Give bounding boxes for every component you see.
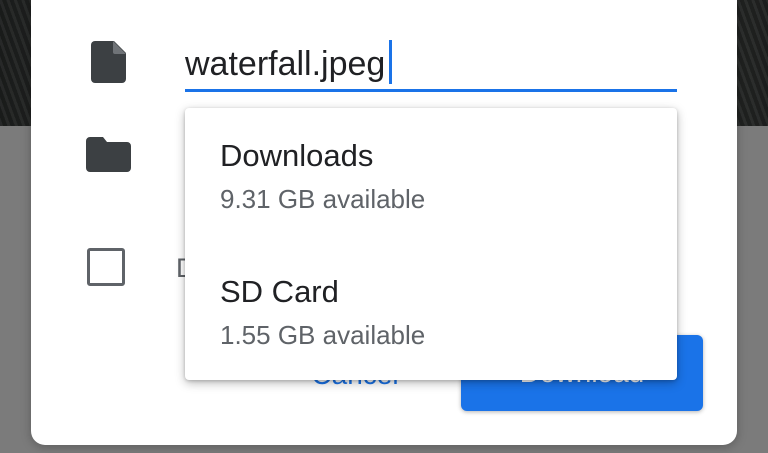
filename-input[interactable] [185, 42, 665, 86]
location-option-label: Downloads [220, 138, 374, 173]
location-option-available: 1.55 GB available [220, 320, 426, 350]
location-option-sd-card[interactable]: SD Card 1.55 GB available [185, 244, 677, 380]
location-option-downloads[interactable]: Downloads 9.31 GB available [185, 108, 677, 244]
location-option-available: 9.31 GB available [220, 184, 426, 214]
dont-show-again-checkbox[interactable] [87, 248, 125, 286]
location-option-label: SD Card [220, 274, 339, 309]
filename-field[interactable] [185, 36, 677, 92]
location-dropdown: Downloads 9.31 GB available SD Card 1.55… [185, 108, 677, 380]
text-caret [389, 40, 392, 84]
file-icon [91, 41, 126, 83]
folder-icon[interactable] [86, 137, 131, 172]
